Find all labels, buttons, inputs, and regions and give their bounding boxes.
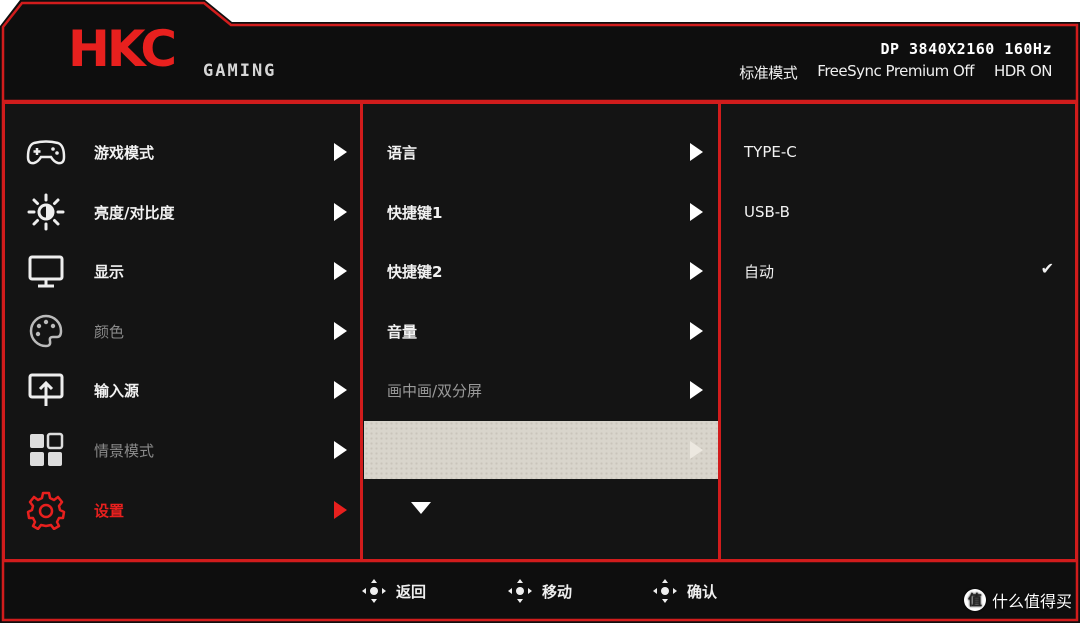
menu-item-settings[interactable]: 设置 [6,490,360,530]
chevron-right-icon [690,143,703,161]
dpad-icon [508,579,532,603]
chevron-right-icon [690,381,703,399]
submenu-item-label: 语言 [387,143,418,162]
status-row: 标准模式 FreeSync Premium Off HDR ON [739,62,1052,83]
watermark: 值 什么值得买 [963,588,1072,612]
gear-icon [26,490,66,530]
hint-move: 移动 [508,579,572,603]
option-auto[interactable]: 自动 ✔ [722,251,1074,291]
sun-icon [26,192,66,232]
menu-item-label: 游戏模式 [94,143,155,162]
palette-icon [26,311,66,351]
input-source-icon [26,370,66,410]
option-label: USB-B [744,203,790,221]
submenu-item-hotkey1[interactable]: 快捷键1 [364,192,718,232]
brand-subtitle: GAMING [203,61,277,81]
menu-item-label: 设置 [94,501,125,520]
menu-item-brightness-contrast[interactable]: 亮度/对比度 [6,192,360,232]
signal-info: DP 3840X2160 160Hz [880,40,1052,58]
menu-item-input-source[interactable]: 输入源 [6,370,360,410]
gamepad-icon [26,132,66,172]
input-source-options: TYPE-C USB-B 自动 ✔ [722,104,1074,559]
menu-item-game-mode[interactable]: 游戏模式 [6,132,360,172]
submenu-item-label: 画中画/双分屏 [387,381,483,400]
option-label: 自动 [744,262,775,281]
hint-confirm: 确认 [653,579,717,603]
monitor-osd: HKC GAMING DP 3840X2160 160Hz 标准模式 FreeS… [0,0,1080,623]
freesync-status: FreeSync Premium Off [817,62,974,80]
menu-item-display[interactable]: 显示 [6,251,360,291]
submenu-item-hotkey2[interactable]: 快捷键2 [364,251,718,291]
submenu-item-label: 快捷键1 [387,203,443,222]
checkmark-icon: ✔ [1040,259,1054,278]
watermark-text: 什么值得买 [991,592,1072,611]
submenu-item-label: 音量 [387,322,418,341]
submenu-item-volume[interactable]: 音量 [364,311,718,351]
scroll-down-icon[interactable] [411,502,431,514]
chevron-right-icon [334,381,347,399]
chevron-right-icon [690,262,703,280]
chevron-right-icon [334,203,347,221]
menu-item-label: 颜色 [94,322,125,341]
monitor-icon [26,251,66,291]
submenu-item-language[interactable]: 语言 [364,132,718,172]
chevron-right-icon [690,441,703,459]
grid-icon [26,430,66,470]
hdr-status: HDR ON [993,62,1053,80]
brand-logo: HKC [68,20,177,78]
menu-item-label: 输入源 [94,381,140,400]
hint-back: 返回 [362,579,426,603]
hint-confirm-label: 确认 [687,582,718,601]
settings-submenu: 语言 快捷键1 快捷键2 音量 画中画/双分屏 [364,104,718,559]
menu-item-color[interactable]: 颜色 [6,311,360,351]
menu-item-scenario-mode[interactable]: 情景模式 [6,430,360,470]
dpad-icon [653,579,677,603]
option-label: TYPE-C [744,143,797,161]
chevron-right-icon [690,322,703,340]
hint-move-label: 移动 [542,582,573,601]
option-type-c[interactable]: TYPE-C [722,132,1074,172]
submenu-item-pip-pbp[interactable]: 画中画/双分屏 [364,370,718,410]
watermark-badge: 值 [963,589,986,611]
chevron-right-icon [690,203,703,221]
submenu-item-label: 快捷键2 [387,262,443,281]
hint-back-label: 返回 [396,582,427,601]
chevron-right-icon [334,441,347,459]
dpad-icon [362,579,386,603]
menu-item-label: 情景模式 [94,441,155,460]
option-usb-b[interactable]: USB-B [722,192,1074,232]
main-menu: 游戏模式 亮度/对比度 显示 颜色 输入源 情景模式 设置 [6,104,360,559]
selected-submenu-item[interactable] [364,421,718,479]
chevron-right-icon [334,262,347,280]
picture-mode-status: 标准模式 [739,64,798,82]
chevron-right-icon [334,143,347,161]
menu-item-label: 显示 [94,262,125,281]
menu-item-label: 亮度/对比度 [94,203,175,222]
chevron-right-icon [334,322,347,340]
chevron-right-icon [334,501,347,519]
footer-nav: 返回 移动 确认 [6,563,1074,618]
